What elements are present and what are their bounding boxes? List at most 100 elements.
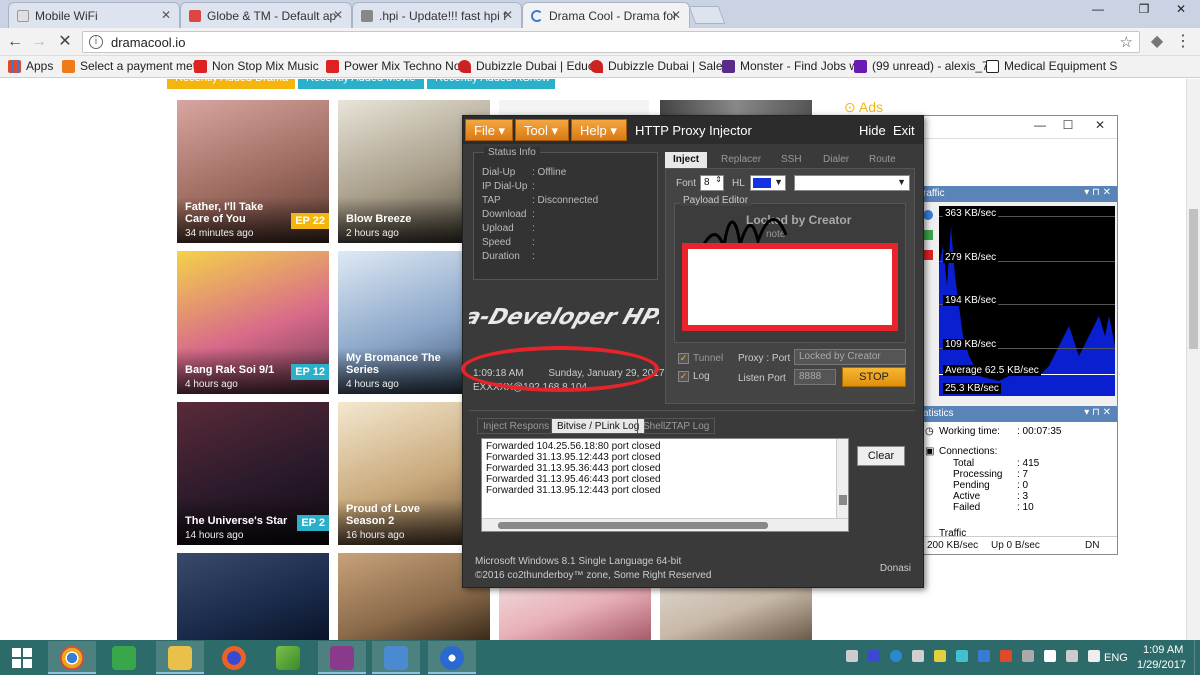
scrollbar-thumb[interactable] [1189,209,1198,349]
bookmark-power-mix[interactable]: Power Mix Techno No [326,59,461,73]
play-icon[interactable] [923,230,933,240]
help-menu[interactable]: Help ▾ [571,119,627,141]
forward-button[interactable]: → [28,32,50,52]
site-info-icon[interactable]: i [89,35,103,49]
filter-recent-drama[interactable]: Recently Added Drama [167,79,295,89]
hide-button[interactable]: Hide [859,123,886,138]
taskbar-time[interactable]: 1:09 AM [1143,644,1183,656]
filter-recent-kshow[interactable]: Recently Added KShow [427,79,555,89]
tab-dialer[interactable]: Dialer [815,152,857,168]
tab-replacer[interactable]: Replacer [713,152,769,168]
tunnel-checkbox[interactable]: ✓ Tunnel [678,353,723,364]
close-tab-icon[interactable]: ✕ [333,8,343,22]
drama-card[interactable]: Father, I'll Take Care of You 34 minutes… [177,100,329,243]
firefox-taskbar-button[interactable] [210,641,258,674]
bookmark-payment[interactable]: Select a payment met [62,59,196,73]
clear-log-button[interactable]: Clear [857,446,905,466]
exit-button[interactable]: Exit [893,123,915,138]
browser-tab-mobile-wifi[interactable]: Mobile WiFi ✕ [8,2,180,28]
panel-controls[interactable]: ▾ ⊓ ✕ [1084,187,1111,198]
drama-card[interactable]: The Universe's Star 14 hours ago EP 2 [177,402,329,545]
tray-app-icon[interactable] [912,650,924,662]
hpi-taskbar-button[interactable] [428,641,476,674]
tray-app-icon[interactable] [1022,650,1034,662]
tab-shellztap-log[interactable]: ShellZTAP Log [637,418,716,434]
bookmark-yahoo-mail[interactable]: (99 unread) - alexis_7 [854,59,989,73]
tray-app-icon[interactable] [1000,650,1012,662]
drama-title[interactable]: Proud of Love Season 2 [346,503,451,527]
browser-tab-hpi[interactable]: .hpi - Update!!! fast hpi f ✕ [352,2,522,28]
back-button[interactable]: ← [4,32,26,52]
tab-ssh[interactable]: SSH [773,152,810,168]
checkbox-icon[interactable]: ✓ [678,353,689,364]
donasi-link[interactable]: Donasi [880,563,911,574]
volume-icon[interactable] [1066,650,1078,662]
start-button[interactable] [0,641,48,674]
browser-tab-globe-tm[interactable]: Globe & TM - Default ap ✕ [180,2,352,28]
tab-route[interactable]: Route [861,152,904,168]
network-status-icon[interactable] [1044,650,1056,662]
drama-title[interactable]: Bang Rak Soi 9/1 [185,364,290,376]
purple-app-taskbar-button[interactable] [318,641,366,674]
font-family-select[interactable]: ▼ [794,175,910,191]
spinner-arrows-icon[interactable]: ⇕ [715,175,722,184]
scrollbar-thumb[interactable] [498,522,768,529]
bookmark-nonstop-mix[interactable]: Non Stop Mix Music [194,59,319,73]
bookmark-apps[interactable]: Apps [8,59,53,73]
close-tab-icon[interactable]: ✕ [503,8,513,22]
chrome-taskbar-button[interactable] [48,641,96,674]
extension-icon[interactable]: ◆ [1146,32,1168,52]
bookmark-dubizzle-sale[interactable]: Dubizzle Dubai | Sale [590,59,723,73]
menu-icon[interactable]: ⋮ [1172,32,1194,52]
store-taskbar-button[interactable] [100,641,148,674]
notification-icon[interactable] [1088,650,1100,662]
log-checkbox[interactable]: ✓ Log [678,371,710,382]
monitor-maximize-button[interactable]: ☐ [1055,118,1081,132]
drama-title[interactable]: The Universe's Star [185,515,290,527]
file-explorer-taskbar-button[interactable] [156,641,204,674]
tray-app-icon[interactable] [978,650,990,662]
close-tab-icon[interactable]: ✕ [671,8,681,22]
close-tab-icon[interactable]: ✕ [161,8,171,22]
drama-title[interactable]: Father, I'll Take Care of You [185,201,290,225]
browser-tab-dramacool[interactable]: Drama Cool - Drama for ✕ [522,2,690,28]
refresh-icon[interactable] [923,210,933,220]
tab-bitvise-plink-log[interactable]: Bitvise / PLink Log [551,418,646,434]
checkbox-icon[interactable]: ✓ [678,371,689,382]
stop-button[interactable]: STOP [842,367,906,387]
tool-menu[interactable]: Tool ▾ [515,119,569,141]
highlight-color-select[interactable]: ▼ [750,175,786,191]
language-indicator[interactable]: ENG [1104,652,1128,664]
taskbar-date[interactable]: 1/29/2017 [1137,659,1186,671]
new-tab-button[interactable] [688,6,726,24]
stop-icon[interactable] [923,250,933,260]
url-text[interactable]: dramacool.io [111,35,185,50]
omnibox[interactable]: i dramacool.io ☆ [82,31,1140,53]
monitor-close-button[interactable]: ✕ [1087,118,1113,132]
font-size-spinner[interactable]: 8 ⇕ [700,175,724,191]
drama-title[interactable]: My Bromance The Series [346,352,451,376]
bluestacks-taskbar-button[interactable] [264,641,312,674]
file-menu[interactable]: File ▾ [465,119,513,141]
tray-app-icon[interactable] [956,650,968,662]
listen-port-field[interactable]: 8888 [794,369,836,385]
tray-app-icon[interactable] [868,650,880,662]
monitor-minimize-button[interactable]: — [1027,118,1053,132]
tray-app-icon[interactable] [890,650,902,662]
drama-title[interactable]: Blow Breeze [346,213,451,225]
minimize-window-button[interactable]: — [1084,0,1112,20]
panel-controls[interactable]: ▾ ⊓ ✕ [1084,407,1111,418]
tab-inject-response[interactable]: Inject Respons [477,418,556,434]
maximize-window-button[interactable]: ❐ [1130,0,1158,20]
tray-app-icon[interactable] [846,650,858,662]
network-app-taskbar-button[interactable] [372,641,420,674]
scrollbar-thumb[interactable] [839,495,847,505]
bookmark-medical[interactable]: Medical Equipment S [986,59,1117,73]
drama-card[interactable] [177,553,329,640]
log-vertical-scrollbar[interactable] [836,439,848,519]
tray-app-icon[interactable] [934,650,946,662]
proxy-port-field[interactable]: Locked by Creator [794,349,906,365]
log-horizontal-scrollbar[interactable] [482,518,848,531]
font-size-value[interactable]: 8 [704,177,710,188]
show-desktop-button[interactable] [1194,640,1200,675]
